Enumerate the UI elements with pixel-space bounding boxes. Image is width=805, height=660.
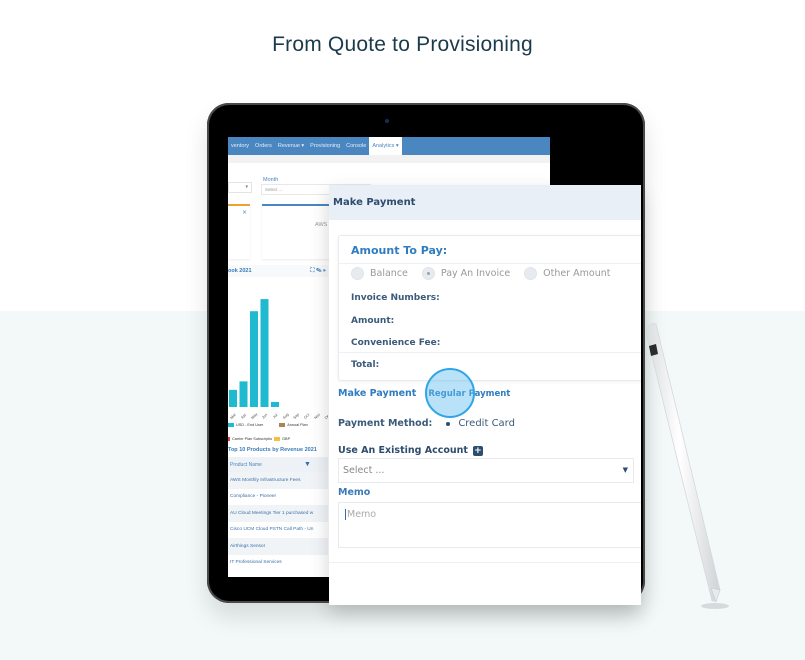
- radio-circle[interactable]: [351, 267, 364, 280]
- chart-bar[interactable]: [250, 311, 258, 407]
- radio-selected-icon: [446, 421, 451, 426]
- existing-account-row: Use An Existing Account +: [338, 445, 483, 456]
- memo-placeholder: Memo: [347, 509, 377, 520]
- memo-textarea[interactable]: Memo: [338, 502, 641, 548]
- plus-icon[interactable]: +: [472, 445, 483, 456]
- kpi-card: ×: [228, 204, 250, 259]
- chevron-down-icon: ▾: [245, 184, 248, 190]
- radio-other-amount[interactable]: Other Amount: [524, 267, 611, 280]
- divider: [329, 562, 641, 563]
- radio-label: Pay An Invoice: [440, 268, 511, 279]
- divider: [339, 263, 641, 264]
- x-tick-label: Apr: [240, 412, 248, 420]
- page-headline: From Quote to Provisioning: [272, 33, 533, 56]
- text-cursor: [345, 509, 346, 520]
- payment-method-row: Payment Method: Credit Card: [338, 418, 515, 429]
- touch-indicator: [425, 368, 475, 418]
- total-label: Total:: [351, 360, 380, 370]
- x-tick-label: Jul: [272, 413, 278, 419]
- legend-swatch: [279, 423, 286, 427]
- table-row[interactable]: Airthings Sensor: [228, 538, 328, 555]
- chart-bar[interactable]: [271, 401, 279, 407]
- x-tick-label: Aug: [282, 412, 290, 420]
- sub-toolbar: [228, 155, 550, 163]
- existing-account-select[interactable]: Select ... ▼: [338, 458, 634, 483]
- x-tick-label: May: [250, 412, 258, 420]
- products-table-title: Top 10 Products by Revenue 2021: [228, 447, 317, 453]
- legend-swatch: [274, 437, 281, 441]
- memo-label: Memo: [338, 487, 371, 498]
- amount-to-pay-title: Amount To Pay:: [351, 244, 448, 257]
- radio-circle[interactable]: [421, 267, 435, 280]
- make-payment-modal: Make Payment Amount To Pay: Balance Pay …: [329, 185, 641, 605]
- legend-label: USD - End User: [236, 423, 264, 427]
- legend-item[interactable]: USD - End User Annual Plan: [228, 423, 308, 427]
- products-table-body: AWS Monthly Infrastructure Fees Complian…: [228, 472, 328, 571]
- nav-item-console[interactable]: Console: [343, 137, 369, 155]
- legend-label: Annual Plan: [287, 423, 308, 427]
- products-table-header: Product Name ▼: [228, 457, 328, 472]
- nav-item-inventory[interactable]: ventory: [228, 137, 252, 155]
- month-filter-label: Month: [263, 177, 279, 183]
- table-row[interactable]: AWS Monthly Infrastructure Fees: [228, 472, 328, 489]
- legend-swatch: [228, 423, 234, 427]
- legend-swatch: [228, 437, 230, 441]
- modal-title: Make Payment: [329, 185, 641, 220]
- table-row[interactable]: Cisco UCM Cloud PSTN Call Path - Un: [228, 521, 328, 538]
- x-tick-label: Jun: [261, 413, 268, 420]
- filter-icon[interactable]: ▼: [304, 461, 311, 468]
- chart-header: ook 2021 ⛶ ✎ ▸: [228, 265, 328, 277]
- payment-method-credit-card[interactable]: Credit Card: [446, 418, 515, 429]
- payment-method-label: Payment Method:: [338, 418, 433, 429]
- chart-title: ook 2021: [228, 268, 252, 274]
- existing-account-label: Use An Existing Account: [338, 445, 468, 456]
- chevron-down-icon: ▼: [622, 466, 628, 474]
- nav-item-provisioning[interactable]: Provisioning: [307, 137, 343, 155]
- top-navbar: ventory Orders Revenue ▾ Provisioning Co…: [228, 137, 550, 155]
- close-icon[interactable]: ×: [242, 209, 247, 216]
- table-row[interactable]: AU Cloud Meetings Tier 1 purchased w: [228, 505, 328, 522]
- chart-bar[interactable]: [239, 381, 248, 407]
- x-tick-label: Sep: [292, 412, 300, 420]
- tablet-camera-icon: [385, 119, 389, 123]
- divider: [339, 352, 641, 353]
- legend-item[interactable]: Carrier Plan Subscriptio GBP: [228, 437, 290, 441]
- stylus-pencil-icon: [645, 323, 729, 609]
- legend-label: GBP: [282, 437, 291, 441]
- radio-balance[interactable]: Balance: [351, 267, 408, 280]
- select-placeholder: Select ...: [343, 465, 385, 476]
- x-tick-label: Nov: [313, 412, 321, 420]
- table-row[interactable]: IT Professional Services: [228, 554, 328, 571]
- radio-pay-an-invoice[interactable]: Pay An Invoice: [421, 267, 511, 280]
- revenue-bar-chart: Mar Apr May Jun Jul Aug Sep Oct Nov Dec: [228, 279, 328, 420]
- table-row[interactable]: Compliance - Pioneer: [228, 488, 328, 505]
- column-header-product-name[interactable]: Product Name: [230, 462, 262, 468]
- chart-tools-icon[interactable]: ⛶ ✎ ▸: [310, 268, 326, 275]
- convenience-fee-label: Convenience Fee:: [351, 338, 441, 348]
- nav-item-analytics[interactable]: Analytics ▾: [369, 137, 402, 155]
- payment-method-value: Credit Card: [458, 418, 515, 429]
- invoice-numbers-label: Invoice Numbers:: [351, 293, 440, 303]
- amount-to-pay-panel: Amount To Pay: Balance Pay An Invoice Ot…: [338, 235, 641, 381]
- nav-item-revenue[interactable]: Revenue ▾: [275, 137, 307, 155]
- chart-svg: [229, 299, 279, 407]
- amount-options: Balance Pay An Invoice Other Amount: [351, 267, 611, 280]
- radio-label: Other Amount: [543, 268, 611, 279]
- chart-bar[interactable]: [260, 299, 269, 407]
- legend-label: Carrier Plan Subscriptio: [232, 437, 273, 441]
- amount-label: Amount:: [351, 316, 395, 326]
- radio-circle[interactable]: [524, 267, 538, 280]
- chart-bar[interactable]: [229, 389, 237, 407]
- make-payment-label: Make Payment: [338, 388, 417, 399]
- x-tick-label: Oct: [303, 412, 311, 420]
- nav-item-orders[interactable]: Orders: [252, 137, 275, 155]
- x-tick-label: Mar: [230, 412, 238, 420]
- filter-select[interactable]: ▾: [228, 182, 252, 193]
- x-tick-label: Dec: [324, 412, 328, 420]
- radio-label: Balance: [370, 268, 408, 279]
